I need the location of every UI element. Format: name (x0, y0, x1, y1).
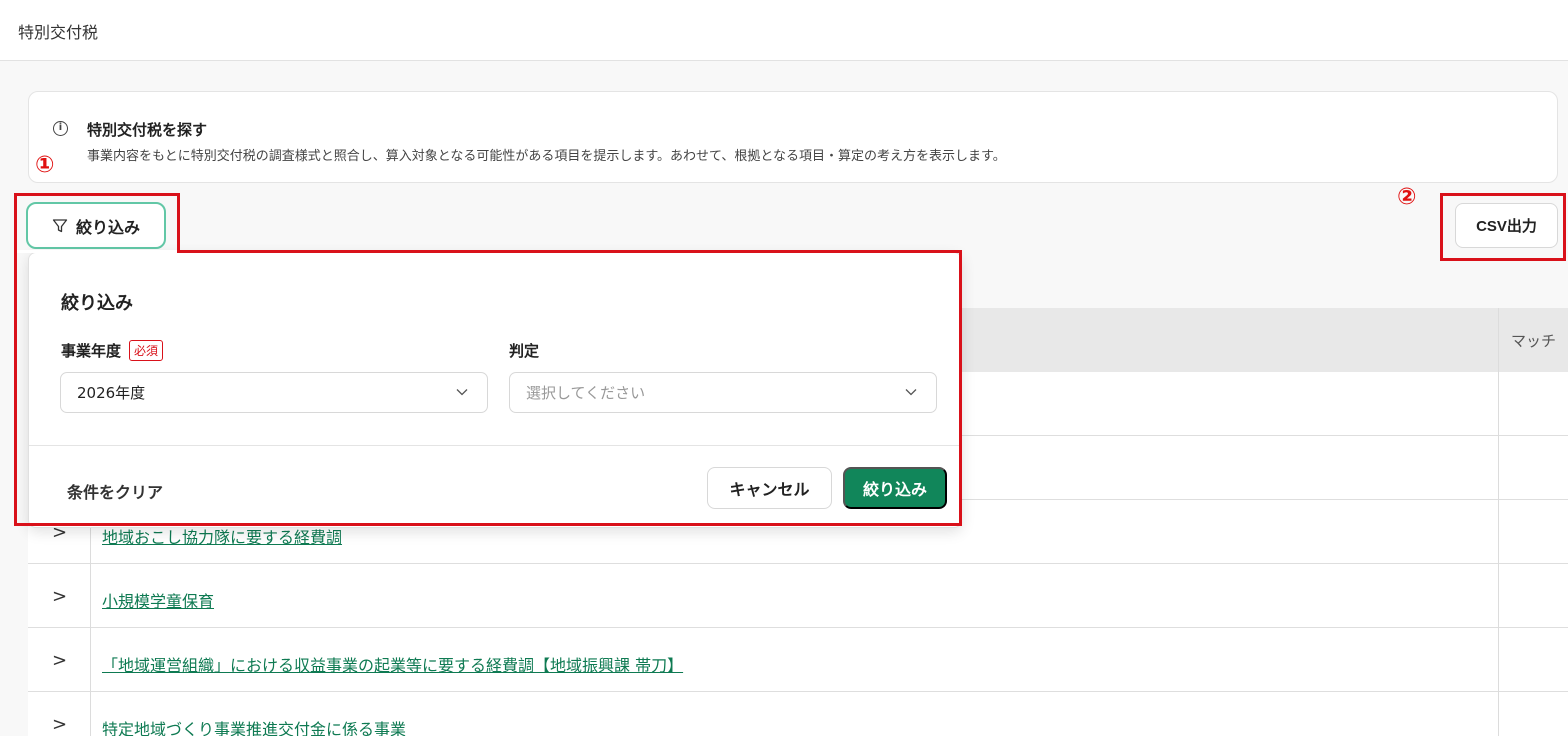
chevron-down-icon (905, 389, 917, 396)
expand-chevron-icon[interactable]: > (52, 586, 67, 607)
column-divider (1498, 308, 1499, 736)
fiscal-year-label-text: 事業年度 (61, 342, 122, 360)
table-row: > 「地域運営組織」における収益事業の起業等に要する経費調【地域振興課 帯刀】 (28, 628, 1568, 692)
row-divider (90, 628, 91, 692)
filter-popover: 絞り込み 事業年度 必須 2026年度 判定 選択してください 条件をクリア キ… (28, 252, 962, 528)
row-link[interactable]: 特定地域づくり事業推進交付金に係る事業 (102, 716, 406, 736)
row-link[interactable]: 小規模学童保育 (102, 588, 214, 612)
fiscal-year-label: 事業年度 必須 (61, 340, 164, 361)
row-divider (90, 692, 91, 736)
table-row: > 特定地域づくり事業推進交付金に係る事業 (28, 692, 1568, 736)
annotation-marker-2: ② (1397, 184, 1417, 210)
info-description: 事業内容をもとに特別交付税の調査様式と照合し、算入対象となる可能性がある項目を提… (87, 149, 1006, 164)
clear-conditions-button[interactable]: 条件をクリア (67, 479, 163, 503)
panel-divider (29, 445, 961, 446)
filter-toggle-label: 絞り込み (75, 219, 140, 237)
annotation-gap (17, 250, 177, 253)
column-header-match: マッチ (1511, 332, 1557, 350)
funnel-icon (52, 218, 68, 232)
judgement-label: 判定 (509, 340, 539, 361)
fiscal-year-select[interactable]: 2026年度 (60, 372, 488, 413)
row-divider (90, 564, 91, 628)
row-link[interactable]: 「地域運営組織」における収益事業の起業等に要する経費調【地域振興課 帯刀】 (102, 652, 683, 676)
judgement-select[interactable]: 選択してください (509, 372, 937, 413)
csv-export-button[interactable]: CSV出力 (1455, 203, 1558, 248)
filter-toggle-button[interactable]: 絞り込み (26, 202, 166, 249)
cancel-button[interactable]: キャンセル (707, 467, 832, 509)
required-badge: 必須 (129, 340, 164, 361)
judgement-label-text: 判定 (509, 342, 540, 360)
filter-panel-title: 絞り込み (61, 293, 133, 314)
judgement-placeholder: 選択してください (526, 384, 646, 402)
page-header: 特別交付税 (0, 0, 1568, 61)
fiscal-year-value: 2026年度 (77, 384, 146, 402)
table-row: > 小規模学童保育 (28, 564, 1568, 628)
annotation-marker-1: ① (35, 152, 55, 178)
expand-chevron-icon[interactable]: > (52, 650, 67, 671)
info-title: 特別交付税を探す (87, 121, 208, 139)
info-card: i 特別交付税を探す 事業内容をもとに特別交付税の調査様式と照合し、算入対象とな… (28, 91, 1558, 183)
chevron-down-icon (456, 389, 468, 396)
page-title: 特別交付税 (18, 23, 99, 42)
expand-chevron-icon[interactable]: > (52, 714, 67, 735)
info-circle-icon: i (53, 121, 68, 136)
apply-filter-button[interactable]: 絞り込み (843, 467, 947, 509)
